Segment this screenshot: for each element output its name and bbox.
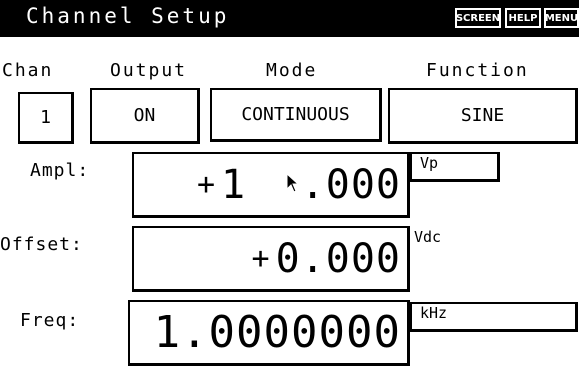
ampl-label: Ampl:: [30, 160, 90, 181]
freq-digits: 1.0000000: [153, 306, 401, 358]
ampl-digit-cursor: 1: [221, 161, 247, 208]
offset-digits: 0.000: [275, 235, 401, 282]
output-field[interactable]: ON: [90, 88, 200, 144]
freq-label: Freq:: [20, 310, 80, 331]
function-field[interactable]: SINE: [388, 88, 578, 144]
offset-sign: +: [251, 241, 270, 276]
mode-field[interactable]: CONTINUOUS: [210, 88, 382, 142]
ampl-sign: +: [196, 167, 216, 202]
chan-header: Chan: [2, 60, 54, 81]
screen-softkey[interactable]: SCREEN: [455, 8, 501, 28]
output-header: Output: [110, 60, 188, 81]
ampl-digits: .000: [300, 161, 401, 208]
offset-unit: Vdc: [414, 228, 442, 246]
screen-title: Channel Setup: [26, 4, 230, 28]
mouse-pointer-icon: [247, 154, 300, 216]
channel-field[interactable]: 1: [18, 92, 74, 144]
menu-softkey[interactable]: MENU: [544, 8, 579, 28]
mode-header: Mode: [266, 60, 318, 81]
help-softkey[interactable]: HELP: [505, 8, 541, 28]
offset-field[interactable]: + 0.000: [132, 226, 410, 292]
freq-unit-field[interactable]: kHz: [410, 302, 578, 332]
freq-field[interactable]: 1.0000000: [128, 300, 410, 366]
offset-label: Offset:: [0, 234, 83, 255]
function-header: Function: [426, 60, 529, 81]
ampl-field[interactable]: + 1 .000: [132, 152, 410, 218]
ampl-unit-field[interactable]: Vp: [410, 152, 500, 182]
